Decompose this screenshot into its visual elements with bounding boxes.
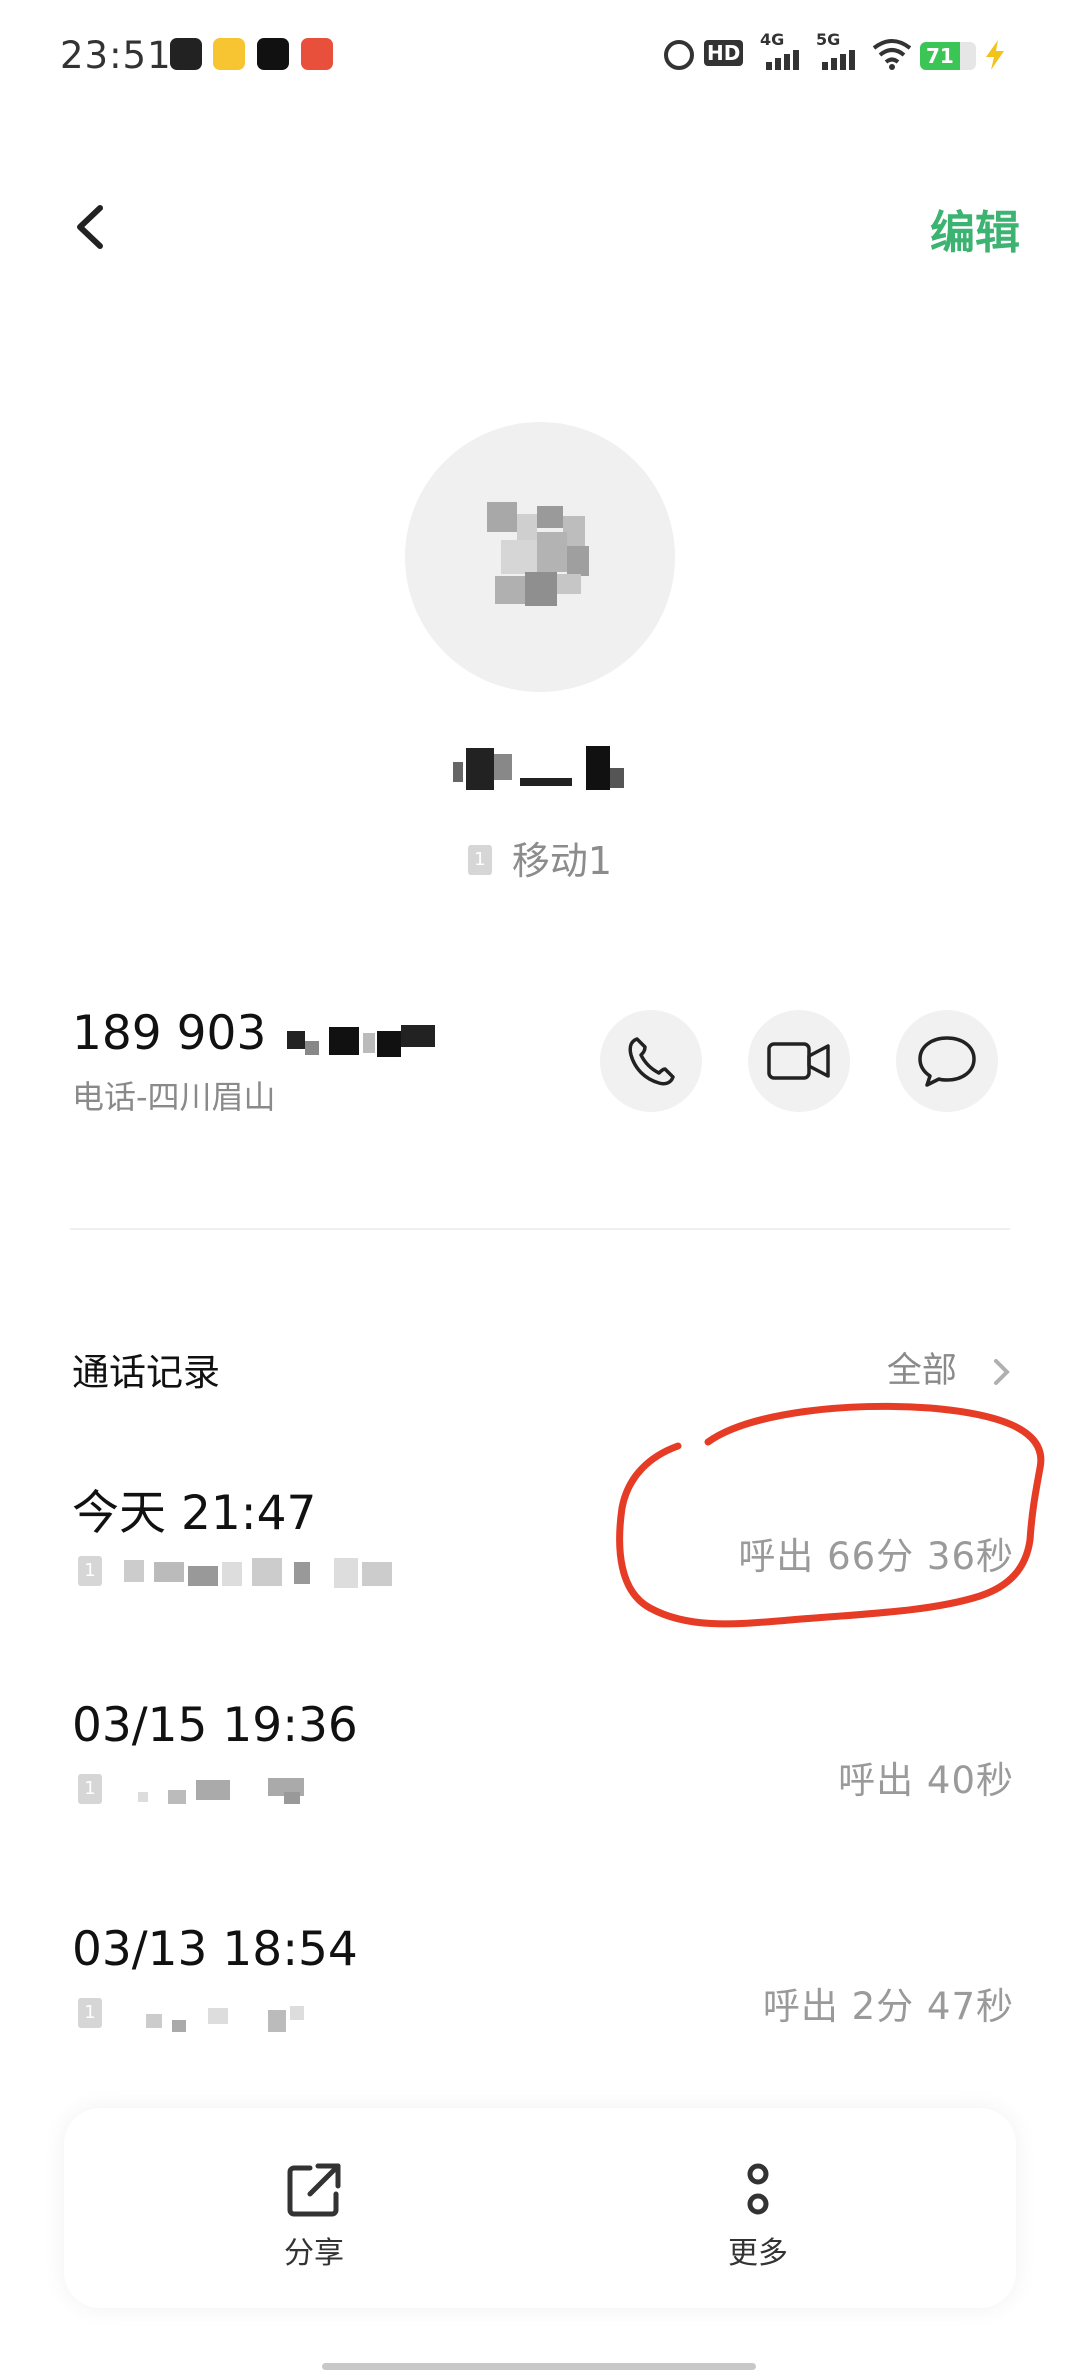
section-divider: [70, 1228, 1010, 1230]
call-button[interactable]: [600, 1010, 702, 1112]
contact-name-redacted: [0, 744, 1080, 796]
message-bubble-icon: [918, 1036, 976, 1087]
music-app-icon: [257, 38, 289, 70]
avatar: [405, 422, 675, 692]
hd-indicator: HD: [704, 40, 744, 66]
signal-bars-2: [822, 48, 860, 70]
edit-button[interactable]: 编辑: [930, 196, 1020, 261]
sim-carrier-label: 移动1: [511, 839, 613, 883]
weibo-app-icon: [213, 38, 245, 70]
share-button[interactable]: 分享: [214, 2160, 414, 2272]
back-button[interactable]: [66, 190, 126, 260]
share-icon: [287, 2163, 341, 2217]
charging-bolt-icon: [982, 40, 1008, 74]
call-log-entry-time: 03/15 19:36: [72, 1698, 358, 1753]
signal-bars-1: [766, 48, 804, 70]
signal-5g-icon: 5G: [816, 30, 841, 49]
call-log-all-link[interactable]: 全部: [887, 1342, 1014, 1393]
sim-card-icon: 1: [78, 1556, 102, 1586]
battery-icon: 71: [920, 42, 976, 70]
alarm-icon: [664, 40, 694, 70]
more-button[interactable]: 更多: [658, 2160, 858, 2272]
video-call-button[interactable]: [748, 1010, 850, 1112]
red-circle-annotation: [616, 1402, 1045, 1628]
call-log-entry-time: 03/13 18:54: [72, 1922, 358, 1977]
phone-number-redacted: [281, 1017, 441, 1057]
call-log-entry-subtitle: 1: [72, 1552, 392, 1592]
phone-type-location: 电话-四川眉山: [72, 1078, 276, 1116]
phone-icon: [628, 1037, 675, 1086]
bottom-action-bar: [64, 2108, 1016, 2308]
call-log-title: 通话记录: [72, 1351, 220, 1394]
soul-app-icon: [170, 38, 202, 70]
call-log-entry-time: 今天 21:47: [72, 1486, 317, 1541]
call-log-entry-duration: 呼出 40秒: [838, 1759, 1014, 1802]
sim-card-icon: 1: [467, 844, 492, 875]
call-log-entry-duration: 呼出 2分 47秒: [762, 1985, 1014, 2028]
status-time: 23:51: [60, 34, 172, 77]
home-indicator[interactable]: [322, 2363, 756, 2370]
signal-4g-icon: 4G: [760, 30, 785, 49]
message-button[interactable]: [896, 1010, 998, 1112]
phone-number[interactable]: 189 903: [72, 1006, 441, 1061]
call-log-entry-subtitle: 1: [72, 1994, 332, 2034]
call-log-entry-subtitle: 1: [72, 1770, 332, 1810]
wifi-icon: [872, 38, 912, 74]
more-label: 更多: [728, 2236, 788, 2271]
sim-carrier-row: 1 移动1: [0, 830, 1080, 885]
game-app-icon: [301, 38, 333, 70]
sim-card-icon: 1: [78, 1774, 102, 1804]
chevron-right-icon: [994, 1359, 1010, 1385]
share-label: 分享: [284, 2236, 344, 2271]
more-dots-icon: [747, 2163, 769, 2215]
chevron-left-icon: [77, 205, 103, 249]
video-camera-icon: [767, 1042, 830, 1080]
sim-card-icon: 1: [78, 1998, 102, 2028]
